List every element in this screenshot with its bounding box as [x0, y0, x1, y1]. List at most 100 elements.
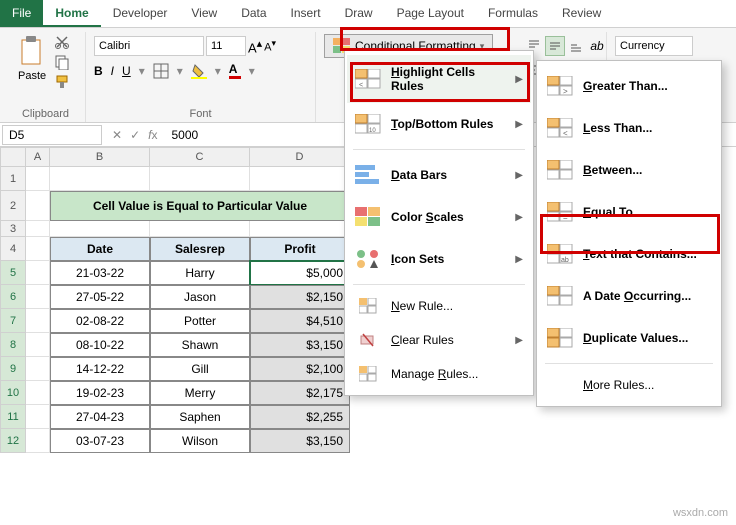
- orientation-icon[interactable]: ab: [587, 36, 607, 56]
- cell[interactable]: Gill: [150, 357, 250, 381]
- menu-greater-than[interactable]: > Greater Than...: [539, 65, 719, 107]
- fill-color-icon[interactable]: [191, 63, 207, 79]
- align-middle-icon[interactable]: [545, 36, 565, 56]
- tab-draw[interactable]: Draw: [333, 0, 385, 27]
- group-label-font: Font: [94, 106, 307, 122]
- menu-more-rules[interactable]: More Rules...: [539, 368, 719, 402]
- font-size-select[interactable]: [206, 36, 246, 56]
- clear-rules-icon: [359, 332, 377, 348]
- name-box[interactable]: [2, 125, 102, 145]
- row-header[interactable]: 11: [0, 405, 26, 429]
- menu-color-scales[interactable]: Color Scales ▶: [347, 196, 531, 238]
- row-header[interactable]: 3: [0, 221, 26, 237]
- menu-between[interactable]: Between...: [539, 149, 719, 191]
- tab-view[interactable]: View: [179, 0, 229, 27]
- font-color-icon[interactable]: A: [229, 62, 241, 79]
- cell[interactable]: $4,510: [250, 309, 350, 333]
- font-name-select[interactable]: [94, 36, 204, 56]
- menu-date-occurring[interactable]: A Date Occurring...: [539, 275, 719, 317]
- fx-icon[interactable]: fx: [148, 128, 157, 142]
- copy-icon[interactable]: [54, 54, 70, 70]
- menu-text-contains[interactable]: ab Text that Contains...: [539, 233, 719, 275]
- row-header[interactable]: 1: [0, 167, 26, 191]
- col-header[interactable]: C: [150, 147, 250, 167]
- tab-page-layout[interactable]: Page Layout: [385, 0, 476, 27]
- row-header[interactable]: 6: [0, 285, 26, 309]
- col-header[interactable]: A: [26, 147, 50, 167]
- borders-icon[interactable]: [153, 63, 169, 79]
- row-header[interactable]: 2: [0, 191, 26, 221]
- top-bottom-icon: 10: [355, 114, 381, 134]
- cell[interactable]: 27-05-22: [50, 285, 150, 309]
- cell[interactable]: $2,100: [250, 357, 350, 381]
- align-bottom-icon[interactable]: [566, 36, 586, 56]
- number-format-select[interactable]: [615, 36, 693, 56]
- cell[interactable]: Shawn: [150, 333, 250, 357]
- tab-data[interactable]: Data: [229, 0, 278, 27]
- menu-manage-rules[interactable]: Manage Rules...: [347, 357, 531, 391]
- bold-button[interactable]: B: [94, 64, 103, 78]
- title-cell[interactable]: Cell Value is Equal to Particular Value: [50, 191, 350, 221]
- cell[interactable]: 14-12-22: [50, 357, 150, 381]
- header-date[interactable]: Date: [50, 237, 150, 261]
- cell[interactable]: $3,150: [250, 429, 350, 453]
- menu-top-bottom-rules[interactable]: 10 Top/Bottom Rules ▶: [347, 103, 531, 145]
- tab-review[interactable]: Review: [550, 0, 613, 27]
- menu-icon-sets[interactable]: Icon Sets ▶: [347, 238, 531, 280]
- col-header[interactable]: B: [50, 147, 150, 167]
- chevron-right-icon: ▶: [515, 254, 523, 265]
- cell[interactable]: Potter: [150, 309, 250, 333]
- menu-clear-rules[interactable]: Clear Rules ▶: [347, 323, 531, 357]
- paste-button[interactable]: Paste: [14, 32, 50, 86]
- tab-file[interactable]: File: [0, 0, 43, 27]
- cancel-icon[interactable]: ✕: [112, 128, 122, 142]
- row-header[interactable]: 5: [0, 261, 26, 285]
- cell[interactable]: Wilson: [150, 429, 250, 453]
- cell[interactable]: $3,150: [250, 333, 350, 357]
- tab-insert[interactable]: Insert: [279, 0, 333, 27]
- cell[interactable]: $2,175: [250, 381, 350, 405]
- row-header[interactable]: 7: [0, 309, 26, 333]
- increase-font-icon[interactable]: A▴: [248, 37, 262, 55]
- cell[interactable]: 08-10-22: [50, 333, 150, 357]
- cell[interactable]: 03-07-23: [50, 429, 150, 453]
- row-header[interactable]: 10: [0, 381, 26, 405]
- menu-highlight-cells-rules[interactable]: < Highlight Cells Rules ▶: [347, 55, 531, 103]
- cell[interactable]: 27-04-23: [50, 405, 150, 429]
- menu-new-rule[interactable]: New Rule...: [347, 289, 531, 323]
- underline-button[interactable]: U: [122, 64, 131, 78]
- menu-duplicate-values[interactable]: Duplicate Values...: [539, 317, 719, 359]
- less-than-icon: <: [547, 118, 573, 138]
- cell[interactable]: Saphen: [150, 405, 250, 429]
- tab-home[interactable]: Home: [43, 0, 100, 27]
- cell[interactable]: Merry: [150, 381, 250, 405]
- cell[interactable]: Jason: [150, 285, 250, 309]
- header-salesrep[interactable]: Salesrep: [150, 237, 250, 261]
- cell[interactable]: 19-02-23: [50, 381, 150, 405]
- select-all-corner[interactable]: [0, 147, 26, 167]
- cell[interactable]: 21-03-22: [50, 261, 150, 285]
- row-header[interactable]: 9: [0, 357, 26, 381]
- menu-less-than[interactable]: < Less Than...: [539, 107, 719, 149]
- header-profit[interactable]: Profit: [250, 237, 350, 261]
- watermark: wsxdn.com: [673, 507, 728, 519]
- italic-button[interactable]: I: [111, 64, 114, 78]
- menu-equal-to[interactable]: = Equal To...: [539, 191, 719, 233]
- cell[interactable]: Harry: [150, 261, 250, 285]
- cell[interactable]: $2,150: [250, 285, 350, 309]
- icon-sets-icon: [355, 249, 381, 269]
- tab-developer[interactable]: Developer: [101, 0, 180, 27]
- row-header[interactable]: 8: [0, 333, 26, 357]
- col-header[interactable]: D: [250, 147, 350, 167]
- cut-icon[interactable]: [54, 34, 70, 50]
- menu-data-bars[interactable]: Data Bars ▶: [347, 154, 531, 196]
- decrease-font-icon[interactable]: A▾: [264, 38, 276, 54]
- enter-icon[interactable]: ✓: [130, 128, 140, 142]
- cell[interactable]: $2,255: [250, 405, 350, 429]
- cell[interactable]: 02-08-22: [50, 309, 150, 333]
- format-painter-icon[interactable]: [54, 74, 70, 90]
- row-header[interactable]: 12: [0, 429, 26, 453]
- tab-formulas[interactable]: Formulas: [476, 0, 550, 27]
- row-header[interactable]: 4: [0, 237, 26, 261]
- cell-active[interactable]: $5,000: [250, 261, 350, 285]
